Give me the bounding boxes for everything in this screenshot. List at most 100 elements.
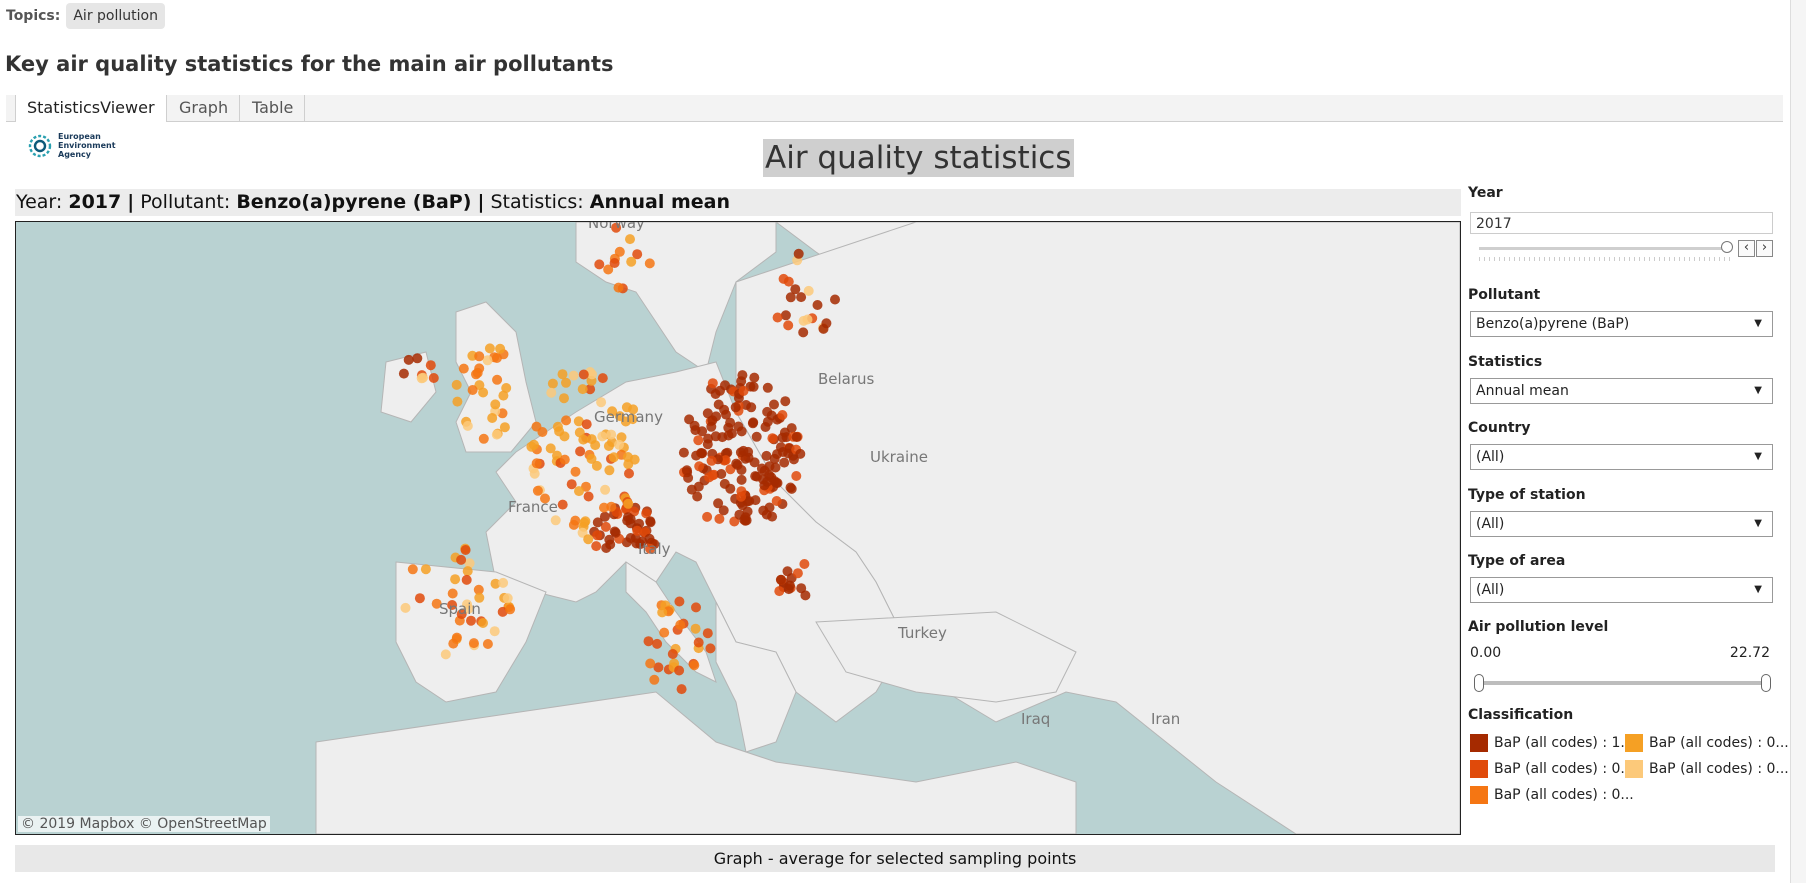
station-dot[interactable]: [458, 363, 469, 374]
tab-graph[interactable]: Graph: [168, 95, 241, 121]
station-dot[interactable]: [568, 370, 579, 381]
station-dot[interactable]: [550, 515, 561, 526]
station-dot[interactable]: [546, 387, 557, 398]
station-dot[interactable]: [710, 431, 721, 442]
topic-chip-air-pollution[interactable]: Air pollution: [66, 3, 165, 29]
station-dot[interactable]: [675, 619, 686, 630]
station-dot[interactable]: [818, 323, 829, 334]
station-dot[interactable]: [632, 525, 643, 536]
station-dot[interactable]: [596, 397, 607, 408]
station-dot[interactable]: [491, 429, 502, 440]
station-dot[interactable]: [643, 636, 654, 647]
station-type-select[interactable]: (All) ▼: [1470, 511, 1773, 537]
station-dot[interactable]: [705, 643, 716, 654]
station-dot[interactable]: [597, 373, 608, 384]
station-dot[interactable]: [502, 593, 513, 604]
station-dot[interactable]: [398, 368, 409, 379]
station-dot[interactable]: [559, 454, 570, 465]
station-dot[interactable]: [718, 505, 729, 516]
station-dot[interactable]: [472, 367, 483, 378]
station-dot[interactable]: [450, 574, 461, 585]
station-dot[interactable]: [799, 559, 810, 569]
station-dot[interactable]: [710, 389, 721, 399]
station-dot[interactable]: [702, 628, 713, 639]
year-prev-button[interactable]: ‹: [1738, 240, 1755, 257]
station-dot[interactable]: [561, 415, 572, 426]
graph-section-header[interactable]: Graph - average for selected sampling po…: [15, 845, 1775, 872]
station-dot[interactable]: [704, 472, 715, 483]
station-dot[interactable]: [738, 386, 749, 396]
station-dot[interactable]: [586, 434, 597, 445]
station-dot[interactable]: [796, 583, 807, 594]
station-dot[interactable]: [559, 431, 570, 442]
legend-item[interactable]: BaP (all codes) : 1...: [1470, 734, 1634, 752]
station-dot[interactable]: [557, 499, 568, 510]
station-dot[interactable]: [570, 466, 581, 477]
station-dot[interactable]: [736, 465, 747, 475]
station-dot[interactable]: [474, 351, 485, 362]
station-dot[interactable]: [498, 577, 509, 588]
station-dot[interactable]: [803, 285, 814, 296]
station-dot[interactable]: [623, 512, 633, 523]
station-dot[interactable]: [495, 343, 506, 354]
station-dot[interactable]: [762, 382, 773, 393]
station-dot[interactable]: [762, 416, 773, 427]
map-credit[interactable]: © 2019 Mapbox © OpenStreetMap: [18, 816, 270, 832]
station-dot[interactable]: [447, 588, 458, 599]
station-dot[interactable]: [774, 586, 785, 597]
station-dot[interactable]: [720, 380, 730, 391]
station-dot[interactable]: [645, 516, 656, 527]
station-dot[interactable]: [777, 410, 788, 420]
station-dot[interactable]: [657, 607, 668, 618]
station-dot[interactable]: [491, 353, 502, 363]
station-dot[interactable]: [748, 417, 759, 428]
station-dot[interactable]: [693, 435, 704, 446]
year-slider[interactable]: [1479, 241, 1733, 253]
station-dot[interactable]: [559, 393, 569, 404]
station-dot[interactable]: [771, 496, 782, 506]
station-dot[interactable]: [775, 574, 786, 585]
year-input[interactable]: 2017: [1470, 212, 1773, 234]
station-dot[interactable]: [609, 258, 620, 268]
station-dot[interactable]: [467, 385, 478, 395]
station-dot[interactable]: [478, 433, 489, 444]
station-dot[interactable]: [478, 618, 488, 628]
station-dot[interactable]: [532, 485, 543, 496]
station-dot[interactable]: [702, 439, 713, 450]
station-dot[interactable]: [425, 360, 436, 371]
station-dot[interactable]: [482, 639, 493, 649]
station-dot[interactable]: [736, 426, 747, 437]
station-dot[interactable]: [526, 441, 537, 452]
station-dot[interactable]: [772, 312, 783, 323]
station-dot[interactable]: [403, 354, 414, 365]
page-scrollbar[interactable]: [1790, 0, 1806, 883]
station-dot[interactable]: [529, 468, 540, 479]
station-dot[interactable]: [583, 491, 594, 502]
station-dot[interactable]: [487, 413, 498, 423]
station-dot[interactable]: [490, 399, 501, 410]
legend-item[interactable]: BaP (all codes) : 0...: [1470, 760, 1634, 778]
station-dot[interactable]: [574, 486, 584, 497]
station-dot[interactable]: [730, 402, 741, 413]
station-dot[interactable]: [793, 248, 804, 259]
station-dot[interactable]: [626, 256, 637, 267]
station-dot[interactable]: [625, 234, 635, 245]
station-dot[interactable]: [702, 511, 713, 522]
station-dot[interactable]: [414, 593, 425, 604]
station-dot[interactable]: [451, 632, 462, 643]
station-dot[interactable]: [812, 300, 823, 310]
station-dot[interactable]: [771, 477, 782, 488]
map-canvas[interactable]: Norway Germany France Spain Italy Belaru…: [16, 222, 1460, 834]
station-dot[interactable]: [725, 483, 736, 494]
station-dot[interactable]: [460, 545, 471, 555]
station-dot[interactable]: [613, 282, 624, 293]
station-dot[interactable]: [667, 649, 678, 659]
station-dot[interactable]: [578, 369, 589, 380]
station-dot[interactable]: [798, 327, 809, 338]
station-dot[interactable]: [751, 431, 762, 442]
station-dot[interactable]: [786, 483, 797, 494]
station-dot[interactable]: [759, 480, 770, 491]
station-dot[interactable]: [783, 584, 794, 595]
station-dot[interactable]: [428, 373, 439, 383]
station-dot[interactable]: [689, 420, 700, 431]
